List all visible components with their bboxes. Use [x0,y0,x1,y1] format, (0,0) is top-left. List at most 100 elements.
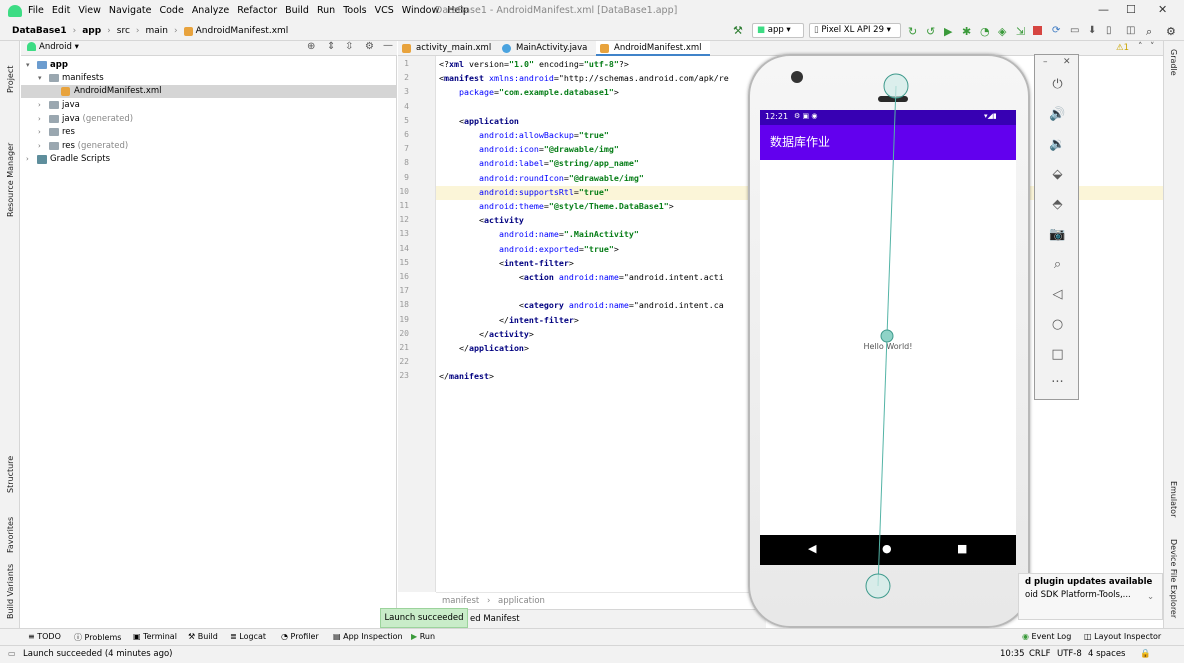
editor-crumb-application[interactable]: application [498,596,545,606]
overview-icon[interactable]: □ [1035,347,1080,362]
tool-favorites[interactable]: Favorites [6,517,15,553]
project-view-select[interactable]: Android ▾ [39,42,79,52]
avd-manager-icon[interactable]: ▯ [1106,25,1116,36]
tool-app-inspection[interactable]: ▤ App Inspection [333,632,403,641]
menu-file[interactable]: File [28,5,44,16]
layout-inspector-icon[interactable]: ◫ [1126,25,1136,36]
rerun-icon[interactable]: ▶ [944,25,954,38]
expand-all-icon[interactable]: ⇕ [327,41,335,52]
chevron-down-icon[interactable]: ▾ [38,72,42,85]
breadcrumb-project[interactable]: DataBase1 [12,26,67,36]
plugin-update-balloon[interactable]: d plugin updates available oid SDK Platf… [1018,573,1163,620]
more-options-icon[interactable]: ··· [1035,375,1080,390]
hammer-icon[interactable]: ⚒ [733,24,743,37]
menu-code[interactable]: Code [159,5,183,16]
power-icon[interactable]: ⏻ [1035,77,1080,92]
collapse-all-icon[interactable]: ⇳ [345,41,353,52]
tool-profiler[interactable]: ◔ Profiler [281,632,319,641]
volume-down-icon[interactable]: 🔉 [1035,137,1080,152]
menu-edit[interactable]: Edit [52,5,70,16]
tool-terminal[interactable]: ▣ Terminal [133,632,177,641]
tree-item-java-generated[interactable]: › java (generated) [21,113,397,126]
tool-structure[interactable]: Structure [6,456,15,493]
editor-crumb-manifest[interactable]: manifest [442,596,479,606]
debug-icon[interactable]: ✱ [962,25,972,38]
stop-icon[interactable] [1033,26,1042,35]
sync-project-icon[interactable]: ⟳ [1052,25,1062,36]
breadcrumb-file[interactable]: AndroidManifest.xml [183,26,288,36]
tree-item-manifests[interactable]: ▾ manifests [21,72,397,85]
menu-view[interactable]: View [78,5,101,16]
tree-item-app[interactable]: ▾ app [21,59,397,72]
volume-up-icon[interactable]: 🔊 [1035,107,1080,122]
tool-build[interactable]: ⚒ Build [188,632,218,641]
screenshot-camera-icon[interactable]: 📷 [1035,227,1080,242]
chevron-right-icon[interactable]: › [38,126,41,139]
chevron-down-icon[interactable]: ▾ [26,59,30,72]
tree-item-java[interactable]: › java [21,99,397,112]
device-select[interactable]: ▯ Pixel XL API 29 ▾ [809,23,901,38]
tree-item-res-generated[interactable]: › res (generated) [21,140,397,153]
menu-run[interactable]: Run [317,5,335,16]
attach-debugger-icon[interactable]: ⇲ [1016,25,1026,38]
menu-analyze[interactable]: Analyze [192,5,229,16]
chevron-down-icon[interactable]: ⌄ [1147,592,1154,602]
chevron-right-icon[interactable]: › [26,153,29,166]
tree-item-res[interactable]: › res [21,126,397,139]
tool-emulator[interactable]: Emulator [1169,481,1178,517]
indent-setting[interactable]: 4 spaces [1088,649,1125,659]
tool-build-variants[interactable]: Build Variants [6,564,15,619]
chevron-right-icon[interactable]: › [38,140,41,153]
zoom-icon[interactable]: ⌕ [1035,257,1080,272]
panel-settings-icon[interactable]: ⚙ [365,41,374,52]
minimize-icon[interactable]: — [1098,3,1109,16]
tool-event-log[interactable]: ◉ Event Log [1022,632,1071,641]
home-icon[interactable]: ○ [1035,317,1080,332]
tree-item-androidmanifest[interactable]: AndroidManifest.xml [21,85,397,98]
menu-refactor[interactable]: Refactor [237,5,277,16]
menu-tools[interactable]: Tools [343,5,366,16]
back-icon[interactable]: ◁ [1035,287,1080,302]
hide-panel-icon[interactable]: — [383,40,393,51]
chevron-right-icon[interactable]: › [38,99,41,112]
tree-item-gradle-scripts[interactable]: › Gradle Scripts [21,153,397,166]
warning-indicator[interactable]: ⚠1 [1116,43,1129,53]
apply-code-changes-icon[interactable]: ↺ [926,25,936,38]
rotate-right-icon[interactable]: ⬘ [1035,197,1080,212]
tool-gradle[interactable]: Gradle [1169,49,1178,76]
file-encoding[interactable]: UTF-8 [1057,649,1082,659]
lock-icon[interactable]: 🔒 [1140,649,1151,659]
locate-icon[interactable]: ⊕ [307,41,315,52]
tool-resource-manager[interactable]: Resource Manager [6,143,15,217]
rotate-left-icon[interactable]: ⬙ [1035,167,1080,182]
tool-problems[interactable]: ⓘ Problems [74,632,121,643]
settings-gear-icon[interactable]: ⚙ [1166,25,1176,38]
apply-changes-icon[interactable]: ↻ [908,25,918,38]
search-icon[interactable]: ⌕ [1146,25,1156,38]
tab-mainactivity[interactable]: MainActivity.java × [498,41,596,68]
status-message[interactable]: Launch succeeded (4 minutes ago) [23,649,172,659]
close-icon[interactable]: ✕ [1158,3,1167,16]
tool-logcat[interactable]: ≣ Logcat [230,632,266,641]
device-manager-icon[interactable]: ▭ [1070,25,1080,36]
close-emulator-icon[interactable]: ✕ [1063,57,1071,67]
minimize-emulator-icon[interactable]: – [1043,57,1048,67]
chevron-up-icon[interactable]: ˄ [1138,42,1143,52]
sdk-manager-icon[interactable]: ⬇ [1088,25,1098,36]
breadcrumb-main[interactable]: main [146,26,169,36]
tab-androidmanifest[interactable]: AndroidManifest.xml × [596,41,710,68]
menu-build[interactable]: Build [285,5,309,16]
profile-icon[interactable]: ◔ [980,25,990,38]
tab-activity-main[interactable]: activity_main.xml × [398,41,498,68]
tool-device-file-explorer[interactable]: Device File Explorer [1169,539,1178,618]
run-config-select[interactable]: ■ app ▾ [752,23,804,38]
breadcrumb-module[interactable]: app [82,26,101,36]
tool-layout-inspector[interactable]: ◫ Layout Inspector [1084,632,1161,641]
chevron-down-icon[interactable]: ˅ [1150,42,1155,52]
maximize-icon[interactable]: ☐ [1126,3,1136,16]
coverage-icon[interactable]: ◈ [998,25,1008,38]
breadcrumb-src[interactable]: src [117,26,130,36]
line-separator[interactable]: CRLF [1029,649,1050,659]
menu-window[interactable]: Window [402,5,439,16]
menu-navigate[interactable]: Navigate [109,5,152,16]
